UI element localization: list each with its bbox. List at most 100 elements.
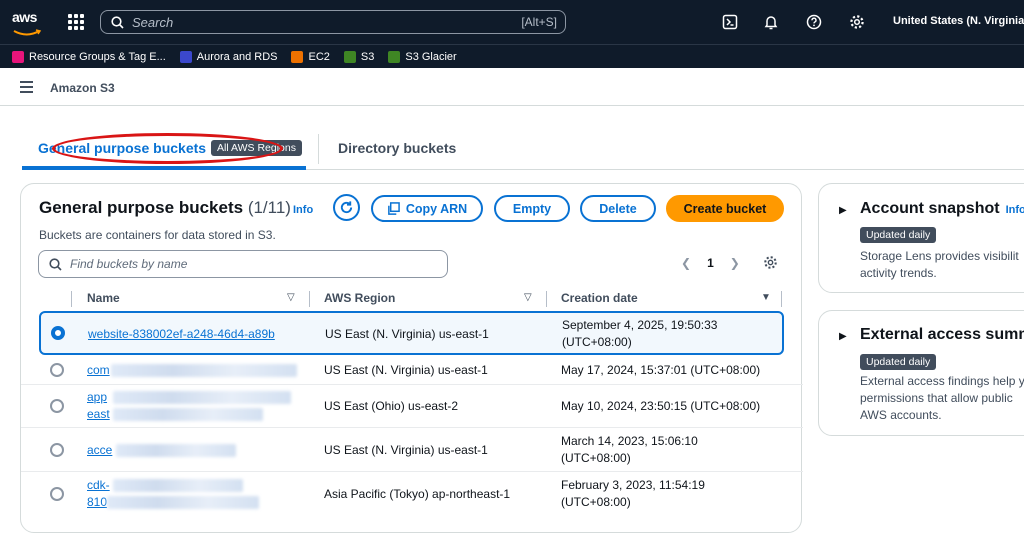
bucket-creation-date: May 10, 2024, 23:50:15 (UTC+08:00) [561,399,761,413]
tab-divider [318,134,319,164]
access-title: External access summ [860,326,1024,343]
buckets-panel: General purpose buckets (1/11) Info Buck… [20,183,803,533]
snapshot-description-line1: Storage Lens provides visibilit [860,249,1019,263]
cloudshell-icon[interactable] [721,13,739,31]
access-description-line3: AWS accounts. [860,408,942,422]
side-navigation-menu-icon[interactable] [20,81,33,93]
bucket-name-link-line2[interactable]: east [87,407,110,421]
pagination: ❮ 1 ❯ [681,256,740,270]
bucket-region: US East (N. Virginia) us-east-1 [325,327,489,341]
favorite-label: S3 Glacier [405,50,457,63]
updated-daily-badge: Updated daily [860,354,937,370]
column-header-name[interactable]: Name [87,291,120,305]
bucket-name-link[interactable]: com [87,363,110,377]
snapshot-info-link[interactable]: Info [1006,204,1024,216]
column-header-region[interactable]: AWS Region [324,291,395,305]
copy-arn-label: Copy ARN [405,201,468,216]
access-description-line1: External access findings help y [860,374,1024,388]
table-row[interactable]: com US East (N. Virginia) us-east-1 May … [21,357,803,384]
redacted-name [113,391,291,404]
current-page[interactable]: 1 [707,256,714,270]
favorites-bar: Resource Groups & Tag E... Aurora and RDS… [0,44,1024,68]
favorite-label: S3 [360,50,375,63]
search-placeholder: Search [132,14,174,30]
bucket-name-link[interactable]: cdk- [87,478,110,492]
table-row[interactable]: app east US East (Ohio) us-east-2 May 10… [21,384,803,427]
bucket-name-link-line2[interactable]: 810 [87,495,107,509]
favorite-label: EC2 [308,50,330,63]
sort-region-icon[interactable]: ▽ [524,292,532,303]
create-bucket-button[interactable]: Create bucket [666,195,784,222]
bucket-name-link[interactable]: app [87,390,107,404]
column-header-creation-date[interactable]: Creation date [561,291,638,305]
bucket-name-link[interactable]: acce [87,443,112,457]
row-radio[interactable] [50,399,64,413]
bucket-region: US East (Ohio) us-east-2 [324,399,459,413]
account-snapshot-card: ▶ Account snapshot Info Updated daily Sto… [818,183,1024,293]
help-icon[interactable] [805,13,823,31]
redacted-name [111,364,297,377]
favorite-item[interactable]: Aurora and RDS [179,50,277,63]
find-buckets-input[interactable]: Find buckets by name [38,250,448,278]
bucket-region: Asia Pacific (Tokyo) ap-northeast-1 [324,487,511,501]
snapshot-description-line2: activity trends. [860,266,937,280]
aws-smile-icon [13,29,42,36]
empty-button[interactable]: Empty [494,195,570,222]
favorite-item[interactable]: S3 Glacier [388,50,457,63]
refresh-button[interactable] [333,194,360,221]
search-icon [49,257,62,271]
aws-logo[interactable]: aws [12,10,44,36]
bucket-creation-date-tz: (UTC+08:00) [561,495,631,509]
favorite-item[interactable]: S3 [343,50,375,63]
notifications-bell-icon[interactable] [762,13,780,31]
bucket-region: US East (N. Virginia) us-east-1 [324,443,488,457]
delete-button[interactable]: Delete [580,195,656,222]
expand-caret-icon[interactable]: ▶ [839,205,847,216]
header-divider [546,291,547,307]
row-radio[interactable] [50,443,64,457]
redacted-name [116,444,236,457]
bucket-name-link[interactable]: website-838002ef-a248-46d4-a89b [88,327,275,341]
table-row[interactable]: acce US East (N. Virginia) us-east-1 Mar… [21,427,803,471]
copy-arn-button[interactable]: Copy ARN [371,195,483,222]
find-placeholder: Find buckets by name [70,257,188,271]
info-link[interactable]: Info [293,204,313,216]
row-radio[interactable] [50,487,64,501]
row-radio[interactable] [50,363,64,377]
previous-page-icon[interactable]: ❮ [681,256,691,270]
header-divider [309,291,310,307]
expand-caret-icon[interactable]: ▶ [839,331,847,342]
favorite-item[interactable]: Resource Groups & Tag E... [12,50,166,63]
table-row-selected[interactable]: website-838002ef-a248-46d4-a89b US East … [39,311,784,355]
bucket-creation-date-tz: (UTC+08:00) [562,335,632,349]
bucket-creation-date: September 4, 2025, 19:50:33 [562,318,718,332]
next-page-icon[interactable]: ❯ [730,256,740,270]
service-icon [12,50,24,63]
settings-gear-icon[interactable] [848,13,866,31]
highlight-annotation-circle [52,133,283,164]
bucket-creation-date-tz: (UTC+08:00) [561,451,631,465]
service-icon [291,50,304,63]
updated-daily-badge: Updated daily [860,227,937,243]
table-preferences-gear-icon[interactable] [763,255,778,275]
bucket-creation-date: February 3, 2023, 11:54:19 [561,478,705,492]
sort-date-icon[interactable]: ▼ [761,292,771,303]
bucket-creation-date: March 14, 2023, 15:06:10 [561,434,698,448]
row-radio[interactable] [51,326,65,340]
sort-name-icon[interactable]: ▽ [287,292,295,303]
refresh-icon [340,201,353,214]
table-row[interactable]: cdk- 810 Asia Pacific (Tokyo) ap-northea… [21,471,803,515]
search-icon [111,15,124,29]
service-title: Amazon S3 [50,81,115,95]
global-search-input[interactable]: Search [Alt+S] [100,10,566,34]
service-icon [388,50,401,63]
region-selector[interactable]: United States (N. Virginia) [893,15,1024,27]
favorite-item[interactable]: EC2 [291,50,330,63]
services-grid-icon[interactable] [68,14,84,30]
panel-description: Buckets are containers for data stored i… [39,228,276,242]
tab-directory-buckets[interactable]: Directory buckets [338,140,456,156]
aws-logo-text: aws [12,9,37,25]
panel-title: General purpose buckets (1/11) [39,198,291,218]
header-divider [71,291,72,307]
selected-count: (1/11) [247,198,291,217]
